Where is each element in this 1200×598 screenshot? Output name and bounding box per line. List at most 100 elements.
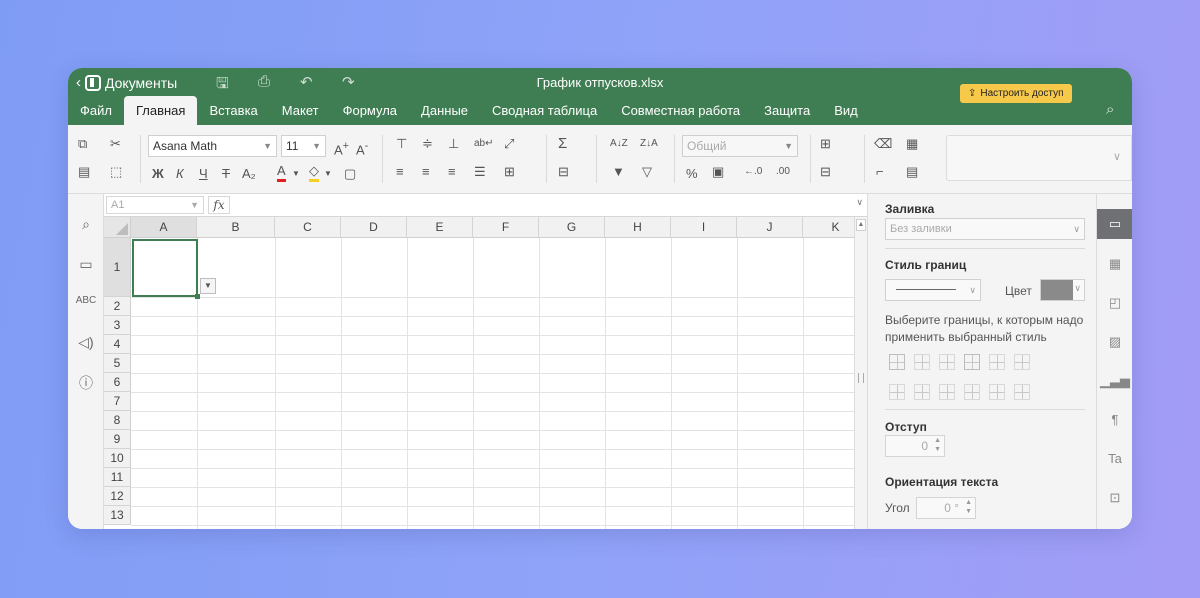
sort-ascending-icon[interactable]: A↓Z <box>610 135 628 153</box>
strikethrough-button[interactable]: Т <box>222 165 230 183</box>
select-all-icon[interactable]: ⬚ <box>110 163 122 181</box>
share-access-button[interactable]: ⇪ Настроить доступ <box>960 84 1072 103</box>
outer-border-icon[interactable] <box>964 354 980 370</box>
left-border-icon[interactable] <box>889 384 905 400</box>
align-right-icon[interactable]: ≡ <box>448 163 456 181</box>
font-size-select[interactable]: 11 ▼ <box>281 135 326 157</box>
number-format-select[interactable]: Общий ▼ <box>682 135 798 157</box>
italic-button[interactable]: К <box>176 165 184 183</box>
font-name-select[interactable]: Asana Math ▼ <box>148 135 277 157</box>
cell-dropdown-button[interactable]: ▼ <box>200 278 216 294</box>
border-line-select[interactable]: ∨ <box>885 279 981 301</box>
column-header[interactable]: C <box>275 217 341 238</box>
tab-view[interactable]: Вид <box>822 96 870 125</box>
angle-stepper[interactable]: 0 ° ▲ ▼ <box>916 497 976 519</box>
copy-icon[interactable]: ⧉ <box>78 135 87 153</box>
column-header[interactable]: G <box>539 217 605 238</box>
currency-icon[interactable]: ▣ <box>712 163 724 181</box>
clear-icon[interactable]: ⌫ <box>874 135 892 153</box>
cell-settings-icon[interactable]: ▭ <box>1097 209 1132 239</box>
all-borders-icon[interactable] <box>889 354 905 370</box>
row-header[interactable]: 1 <box>104 238 131 297</box>
row-header[interactable]: 2 <box>104 297 131 316</box>
bottom-border-icon[interactable] <box>1014 384 1030 400</box>
format-painter-icon[interactable]: ⌐ <box>876 163 884 181</box>
tab-protection[interactable]: Защита <box>752 96 822 125</box>
image-icon[interactable]: ▨ <box>1097 334 1132 350</box>
search-icon[interactable]: ⌕ <box>68 216 104 233</box>
tab-data[interactable]: Данные <box>409 96 480 125</box>
column-header[interactable]: B <box>197 217 275 238</box>
select-all-corner[interactable] <box>104 217 131 238</box>
align-middle-icon[interactable]: ≑ <box>422 135 433 153</box>
align-top-icon[interactable]: ⊤ <box>396 135 407 153</box>
paste-icon[interactable]: ▤ <box>78 163 90 181</box>
increase-decimal-icon[interactable]: .00 <box>776 163 790 181</box>
table-icon[interactable]: ▦ <box>1097 256 1132 272</box>
diagonal-up-icon[interactable] <box>989 354 1005 370</box>
column-header[interactable]: I <box>671 217 737 238</box>
clear-filter-icon[interactable]: ▽ <box>642 163 652 181</box>
merge-cells-icon[interactable]: ⊞ <box>504 163 515 181</box>
table-style-icon[interactable]: ▤ <box>906 163 918 181</box>
tab-pivot[interactable]: Сводная таблица <box>480 96 609 125</box>
borders-icon[interactable]: ▢ <box>344 165 356 183</box>
paragraph-icon[interactable]: ¶ <box>1097 412 1132 427</box>
comment-icon[interactable]: ▭ <box>68 256 104 273</box>
underline-button[interactable]: Ч <box>199 165 208 183</box>
tab-layout[interactable]: Макет <box>270 96 331 125</box>
pivot-icon[interactable]: ⊡ <box>1097 490 1132 506</box>
inner-horizontal-icon[interactable] <box>989 384 1005 400</box>
name-box[interactable]: A1 ▼ <box>106 196 204 214</box>
stepper-arrows-icon[interactable]: ▲ ▼ <box>934 436 941 454</box>
tab-collaboration[interactable]: Совместная работа <box>609 96 752 125</box>
stepper-arrows-icon[interactable]: ▲ ▼ <box>965 498 972 516</box>
row-header[interactable]: 6 <box>104 373 131 392</box>
spreadsheet-grid[interactable]: A B C D E F G H I J K 1 2 3 4 5 6 7 8 9 … <box>104 217 854 529</box>
fill-select[interactable]: Без заливки ∨ <box>885 218 1085 240</box>
sort-descending-icon[interactable]: Z↓A <box>640 135 658 153</box>
insert-cells-icon[interactable]: ⊞ <box>820 135 831 153</box>
search-icon[interactable]: ⌕ <box>1106 101 1114 118</box>
align-left-icon[interactable]: ≡ <box>396 163 404 181</box>
tab-file[interactable]: Файл <box>68 96 124 125</box>
text-art-icon[interactable]: Ta <box>1097 451 1132 466</box>
row-header[interactable]: 7 <box>104 392 131 411</box>
font-color-icon[interactable]: A <box>277 163 286 182</box>
column-header[interactable]: J <box>737 217 803 238</box>
align-center-icon[interactable]: ≡ <box>422 163 430 181</box>
chart-icon[interactable]: ▁▃▅ <box>1097 373 1132 389</box>
scroll-grip[interactable] <box>858 373 864 383</box>
percent-button[interactable]: % <box>686 165 698 183</box>
chevron-down-icon[interactable]: ▼ <box>324 165 332 183</box>
style-gallery[interactable]: ∨ <box>946 135 1132 181</box>
announce-icon[interactable]: ◁) <box>68 334 104 351</box>
tab-insert[interactable]: Вставка <box>197 96 269 125</box>
row-header[interactable]: 12 <box>104 487 131 506</box>
column-header[interactable]: E <box>407 217 473 238</box>
row-header[interactable]: 4 <box>104 335 131 354</box>
column-header[interactable]: D <box>341 217 407 238</box>
column-header[interactable]: K <box>803 217 854 238</box>
fill-color-icon[interactable]: ◇ <box>309 163 319 182</box>
border-color-picker[interactable]: ∨ <box>1040 279 1085 301</box>
column-header[interactable]: H <box>605 217 671 238</box>
row-header[interactable]: 9 <box>104 430 131 449</box>
top-border-icon[interactable] <box>964 384 980 400</box>
delete-cells-icon[interactable]: ⊟ <box>820 163 831 181</box>
function-icon[interactable]: ⊟ <box>558 163 569 181</box>
diagonal-down-icon[interactable] <box>1014 354 1030 370</box>
right-border-icon[interactable] <box>939 384 955 400</box>
spellcheck-icon[interactable]: ABC <box>68 295 104 306</box>
tab-formula[interactable]: Формула <box>331 96 409 125</box>
decrease-decimal-icon[interactable]: ←.0 <box>744 163 762 181</box>
inner-vertical-icon[interactable] <box>914 384 930 400</box>
row-header[interactable]: 10 <box>104 449 131 468</box>
justify-icon[interactable]: ☰ <box>474 163 486 181</box>
shape-icon[interactable]: ◰ <box>1097 295 1132 311</box>
bold-button[interactable]: Ж <box>152 165 164 183</box>
chevron-down-icon[interactable]: ▼ <box>292 165 300 183</box>
column-header[interactable]: F <box>473 217 539 238</box>
tab-home[interactable]: Главная <box>123 96 198 125</box>
filter-icon[interactable]: ▼ <box>612 163 625 181</box>
